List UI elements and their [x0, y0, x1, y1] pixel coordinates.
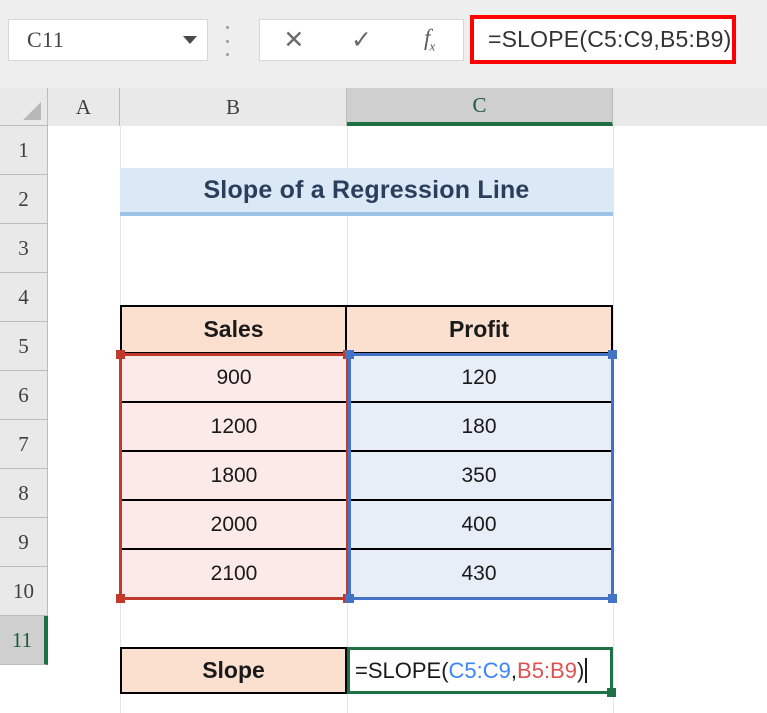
cell-sales[interactable]: 1200 [120, 403, 347, 452]
select-all-triangle-icon [23, 102, 41, 120]
row-header-6[interactable]: 6 [0, 371, 48, 420]
table-row[interactable]: 2100 430 [120, 550, 613, 599]
page-title: Slope of a Regression Line [203, 175, 530, 204]
formula-input[interactable]: =SLOPE(C5:C9,B5:B9) [474, 19, 732, 60]
cell-sales[interactable]: 2000 [120, 501, 347, 550]
name-box[interactable]: C11 [8, 19, 208, 61]
slope-label: Slope [120, 647, 347, 694]
column-header-a[interactable]: A [48, 88, 120, 126]
sheet-title-banner: Slope of a Regression Line [120, 168, 613, 216]
fill-handle[interactable] [607, 688, 616, 697]
formula-token-range-b: B5:B9 [517, 657, 577, 683]
row-header-9[interactable]: 9 [0, 518, 48, 567]
insert-function-button[interactable]: fx [400, 20, 458, 60]
row-header-2[interactable]: 2 [0, 175, 48, 224]
toolbar-overflow-dots-icon[interactable] [224, 26, 230, 56]
cell-profit[interactable]: 430 [347, 550, 613, 599]
cell-profit[interactable]: 350 [347, 452, 613, 501]
formula-input-highlight: =SLOPE(C5:C9,B5:B9) [470, 15, 736, 64]
cell-profit[interactable]: 180 [347, 403, 613, 452]
column-header-c[interactable]: C [347, 88, 613, 126]
row-header-10[interactable]: 10 [0, 567, 48, 616]
table-row[interactable]: 900 120 [120, 354, 613, 403]
formula-token-function: =SLOPE( [355, 657, 449, 683]
excel-screenshot: C11 ✕ ✓ fx =SLOPE(C5:C9,B5:B9) A B C 1 2… [0, 0, 767, 713]
select-all-corner[interactable] [0, 88, 48, 126]
table-row[interactable]: 2000 400 [120, 501, 613, 550]
row-header-3[interactable]: 3 [0, 224, 48, 273]
cell-sales[interactable]: 2100 [120, 550, 347, 599]
row-header-11[interactable]: 11 [0, 616, 48, 665]
data-table: Sales Profit 900 120 1200 180 1800 350 2… [120, 305, 613, 599]
name-box-dropdown[interactable] [173, 36, 207, 44]
insert-function-icon: fx [424, 25, 435, 54]
cell-sales[interactable]: 1800 [120, 452, 347, 501]
column-header-b[interactable]: B [120, 88, 347, 126]
confirm-check-icon: ✓ [351, 25, 372, 54]
formula-token-close-paren: ) [576, 657, 585, 683]
table-header-profit: Profit [347, 305, 613, 354]
table-header-sales: Sales [120, 305, 347, 354]
table-header-row: Sales Profit [120, 305, 613, 354]
formula-action-buttons: ✕ ✓ fx [259, 19, 464, 61]
active-cell-c11[interactable]: =SLOPE(C5:C9, B5:B9) [347, 647, 616, 697]
row-header-1[interactable]: 1 [0, 126, 48, 175]
column-header-d[interactable] [613, 88, 767, 126]
name-box-value: C11 [27, 27, 65, 52]
cancel-x-icon: ✕ [283, 25, 305, 54]
sheet-content: Slope of a Regression Line Sales Profit … [48, 126, 767, 713]
spreadsheet-grid: A B C 1 2 3 4 5 6 7 8 9 10 11 Slope of a… [0, 88, 767, 713]
row-header-5[interactable]: 5 [0, 322, 48, 371]
formula-token-range-c: C5:C9 [448, 657, 511, 683]
cancel-button[interactable]: ✕ [265, 20, 323, 60]
text-cursor [585, 658, 588, 683]
formula-bar-strip: C11 ✕ ✓ fx =SLOPE(C5:C9,B5:B9) [0, 0, 767, 88]
row-header-7[interactable]: 7 [0, 420, 48, 469]
cell-profit[interactable]: 400 [347, 501, 613, 550]
row-header-4[interactable]: 4 [0, 273, 48, 322]
chevron-down-icon [183, 36, 197, 44]
confirm-button[interactable]: ✓ [332, 20, 390, 60]
row-header-8[interactable]: 8 [0, 469, 48, 518]
table-row[interactable]: 1800 350 [120, 452, 613, 501]
slope-row: Slope =SLOPE(C5:C9, B5:B9) [120, 647, 616, 697]
cell-sales[interactable]: 900 [120, 354, 347, 403]
cell-profit[interactable]: 120 [347, 354, 613, 403]
table-row[interactable]: 1200 180 [120, 403, 613, 452]
